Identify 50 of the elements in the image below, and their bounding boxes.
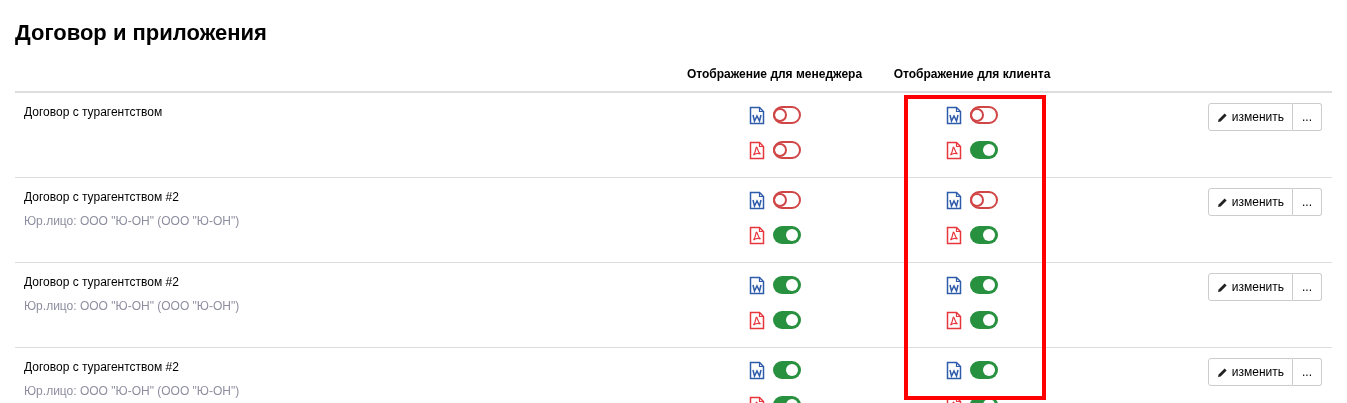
toggle-switch[interactable]	[772, 226, 801, 244]
toggle-switch[interactable]	[970, 226, 998, 244]
toggle-switch[interactable]	[970, 141, 998, 159]
contract-name: Договор с турагентством #2	[24, 359, 180, 376]
toggle-switch[interactable]	[970, 276, 998, 294]
pencil-icon	[1216, 281, 1228, 293]
edit-button[interactable]: изменить	[1207, 103, 1293, 131]
legal-entity: Юр.лицо: ООО "Ю-ОН" (ООО "Ю-ОН")	[24, 298, 241, 315]
edit-button[interactable]: изменить	[1207, 188, 1293, 216]
more-button[interactable]: ...	[1293, 188, 1322, 216]
word-file-icon	[946, 105, 962, 125]
column-header: Отображение для клиента	[892, 65, 1052, 83]
edit-button[interactable]: изменить	[1207, 273, 1293, 301]
contract-name: Договор с турагентством	[24, 104, 164, 121]
word-file-icon	[946, 190, 962, 210]
pdf-file-icon	[748, 140, 765, 160]
more-button[interactable]: ...	[1293, 103, 1322, 131]
toggle-switch[interactable]	[772, 191, 801, 209]
toggle-switch[interactable]	[970, 361, 998, 379]
word-file-icon	[946, 360, 962, 380]
more-button[interactable]: ...	[1293, 358, 1322, 386]
word-file-icon	[748, 105, 765, 125]
legal-entity: Юр.лицо: ООО "Ю-ОН" (ООО "Ю-ОН")	[24, 213, 241, 230]
pdf-file-icon	[946, 140, 962, 160]
word-file-icon	[748, 360, 765, 380]
pdf-file-icon	[748, 310, 765, 330]
toggle-switch[interactable]	[970, 311, 998, 329]
toggle-switch[interactable]	[772, 141, 801, 159]
pencil-icon	[1216, 111, 1228, 123]
pdf-file-icon	[946, 310, 962, 330]
toggle-switch[interactable]	[772, 361, 801, 379]
toggle-switch[interactable]	[970, 191, 998, 209]
pencil-icon	[1216, 196, 1228, 208]
pencil-icon	[1216, 366, 1228, 378]
toggle-switch[interactable]	[772, 106, 801, 124]
edit-button[interactable]: изменить	[1207, 358, 1293, 386]
pdf-file-icon	[748, 225, 765, 245]
word-file-icon	[748, 190, 765, 210]
column-header: Отображение для менеджера	[685, 65, 864, 83]
contract-name: Договор с турагентством #2	[24, 274, 180, 291]
toggle-switch[interactable]	[772, 311, 801, 329]
page-title: Договор и приложения	[15, 19, 268, 47]
toggle-switch[interactable]	[772, 276, 801, 294]
pdf-file-icon	[946, 225, 962, 245]
word-file-icon	[946, 275, 962, 295]
legal-entity: Юр.лицо: ООО "Ю-ОН" (ООО "Ю-ОН")	[24, 383, 241, 400]
contract-name: Договор с турагентством #2	[24, 189, 180, 206]
word-file-icon	[748, 275, 765, 295]
toggle-switch[interactable]	[970, 106, 998, 124]
more-button[interactable]: ...	[1293, 273, 1322, 301]
